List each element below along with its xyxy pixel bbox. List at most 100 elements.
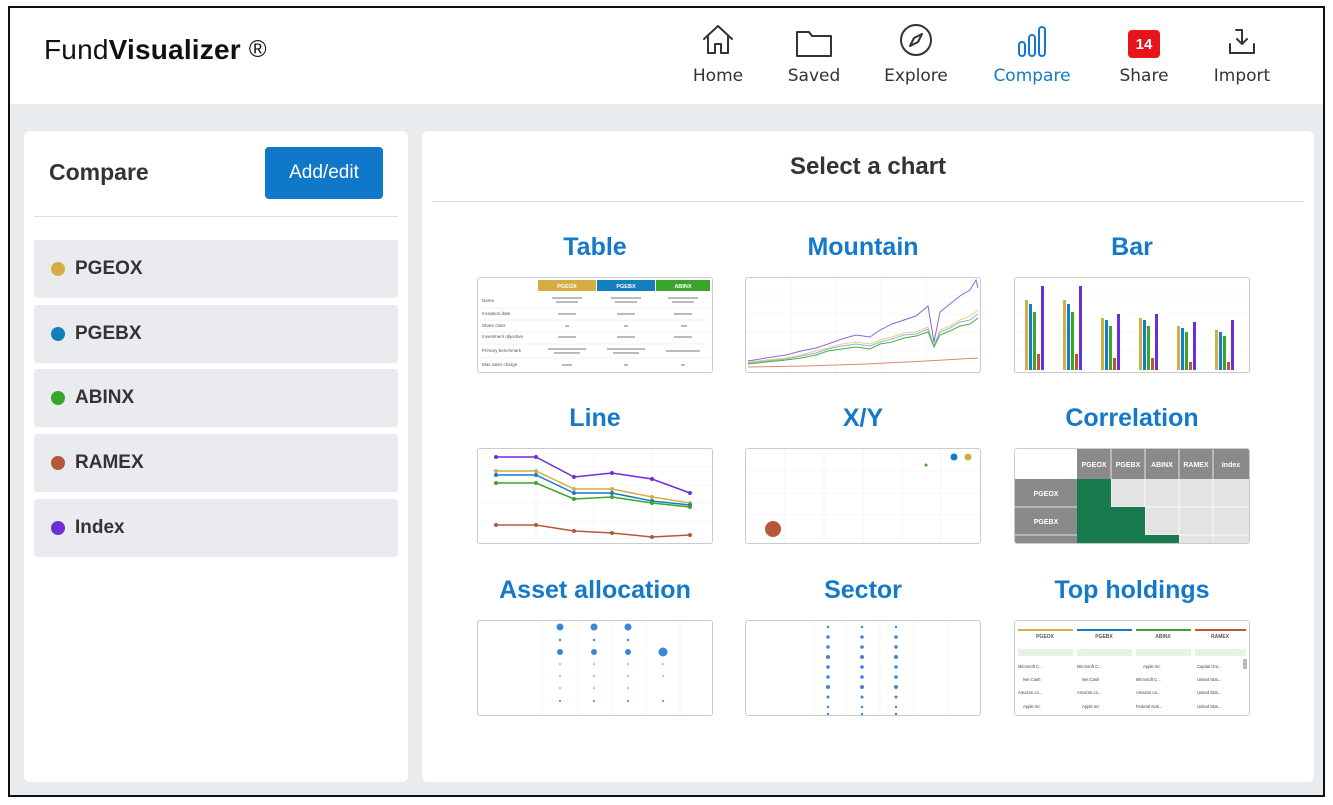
share-count-badge: 14 xyxy=(1128,30,1160,58)
fund-name: PGEOX xyxy=(75,258,143,279)
logo-registered-mark: ® xyxy=(248,36,267,63)
divider xyxy=(432,201,1304,202)
compass-icon xyxy=(898,20,934,58)
top-holdings-thumbnail: PGEOX PGEBX ABINX RAMEX Microsoft C... N… xyxy=(1014,620,1250,716)
holding-name: United Stat... xyxy=(1197,677,1221,682)
holding-name: Microsoft C... xyxy=(1136,677,1161,682)
folder-icon xyxy=(795,20,833,58)
nav-home-label: Home xyxy=(692,66,744,86)
logo[interactable]: FundVisualizer ® xyxy=(44,34,267,66)
logo-regular: Fund xyxy=(44,34,109,65)
chart-option-xy[interactable]: X/Y xyxy=(745,404,981,544)
holding-name: United Stat... xyxy=(1197,690,1221,695)
table-header: PGEBX xyxy=(616,284,636,290)
chart-selector-title: Select a chart xyxy=(789,153,947,180)
fund-item-pgeox[interactable]: PGEOX xyxy=(34,240,398,298)
correlation-thumbnail: PGEOX PGEBX ABINX RAMEX Index PGEOX PGEB… xyxy=(1014,448,1250,544)
nav-compare[interactable]: Compare xyxy=(986,20,1078,86)
chart-option-asset-allocation[interactable]: Asset allocation xyxy=(477,576,713,716)
fund-color-dot xyxy=(51,327,65,341)
mountain-thumbnail xyxy=(745,277,981,373)
correlation-column-label: ABINX xyxy=(1151,462,1173,469)
holdings-fund-label: PGEOX xyxy=(1036,634,1054,640)
correlation-column-label: RAMEX xyxy=(1183,462,1209,469)
chart-option-line[interactable]: Line xyxy=(477,404,713,544)
fund-color-dot xyxy=(51,456,65,470)
table-row-label: Name xyxy=(482,298,495,303)
correlation-column-label: Index xyxy=(1222,462,1240,469)
holding-name: Apple Inc xyxy=(1143,664,1160,669)
chart-option-title: Asset allocation xyxy=(499,576,691,604)
chart-option-title: Line xyxy=(569,404,621,432)
nav-home[interactable]: Home xyxy=(682,20,754,86)
holdings-fund-label: PGEBX xyxy=(1095,634,1113,640)
line-thumbnail xyxy=(477,448,713,544)
table-row-label: Share class xyxy=(482,323,506,328)
correlation-column-label: PGEOX xyxy=(1082,462,1107,469)
fund-item-index[interactable]: Index xyxy=(34,499,398,557)
chart-option-title: Correlation xyxy=(1065,404,1199,432)
compare-title: Compare xyxy=(49,159,149,185)
holding-name: Net Cash xyxy=(1023,677,1041,682)
table-row-label: Primary benchmark xyxy=(482,348,522,353)
top-bar: FundVisualizer ® Home Saved Explore Compa xyxy=(10,8,1323,104)
divider xyxy=(34,216,398,217)
holding-name: Capital Gro... xyxy=(1197,664,1222,669)
bar-thumbnail xyxy=(1014,277,1250,373)
holdings-fund-label: ABINX xyxy=(1155,634,1171,640)
import-icon xyxy=(1225,20,1259,58)
nav-saved-label: Saved xyxy=(787,66,841,86)
fund-name: PGEBX xyxy=(75,323,142,344)
home-icon xyxy=(700,20,736,58)
table-thumbnail: PGEOX PGEBX ABINX Name Inception date Sh… xyxy=(477,277,713,373)
nav-compare-label: Compare xyxy=(993,66,1071,86)
chart-option-table[interactable]: Table PGEOX PGEBX ABINX Name Inception d… xyxy=(477,233,713,373)
nav-saved[interactable]: Saved xyxy=(778,20,850,86)
holding-name: Federal Nati... xyxy=(1136,704,1162,709)
fund-name: Index xyxy=(75,517,125,538)
holding-name: United Stat... xyxy=(1197,704,1221,709)
nav-explore[interactable]: Explore xyxy=(876,20,956,86)
nav-share[interactable]: 14 Share xyxy=(1108,20,1180,86)
table-row-label: Investment objective xyxy=(482,334,524,339)
chart-option-title: Mountain xyxy=(807,233,919,261)
fund-color-dot xyxy=(51,391,65,405)
chart-option-correlation[interactable]: Correlation PGEOX PGEBX ABINX RAMEX Inde… xyxy=(1014,404,1250,544)
table-header: PGEOX xyxy=(557,284,577,290)
fund-item-pgebx[interactable]: PGEBX xyxy=(34,305,398,363)
holdings-fund-label: RAMEX xyxy=(1211,634,1230,640)
fund-color-dot xyxy=(51,262,65,276)
holding-name: Net Cash xyxy=(1082,677,1100,682)
fund-item-abinx[interactable]: ABINX xyxy=(34,369,398,427)
chart-option-top-holdings[interactable]: Top holdings PGEOX PGEBX ABINX RAMEX Mic… xyxy=(1014,576,1250,716)
nav-import[interactable]: Import xyxy=(1204,20,1280,86)
fund-item-ramex[interactable]: RAMEX xyxy=(34,434,398,492)
bar-chart-icon xyxy=(1016,20,1048,58)
chart-option-title: Sector xyxy=(824,576,902,604)
nav-import-label: Import xyxy=(1213,66,1271,86)
chart-option-title: Top holdings xyxy=(1054,576,1210,604)
table-row-label: Inception date xyxy=(482,311,511,316)
holding-name: Microsoft C... xyxy=(1018,664,1043,669)
chart-option-bar[interactable]: Bar xyxy=(1014,233,1250,373)
sector-thumbnail xyxy=(745,620,981,716)
add-edit-button[interactable]: Add/edit xyxy=(265,147,383,199)
holding-name: Amazon.co... xyxy=(1077,690,1101,695)
holding-name: Amazon.co... xyxy=(1018,690,1042,695)
correlation-column-label: PGEBX xyxy=(1116,462,1141,469)
holding-name: Microsoft C... xyxy=(1077,664,1102,669)
chart-option-mountain[interactable]: Mountain xyxy=(745,233,981,373)
chart-option-sector[interactable]: Sector xyxy=(745,576,981,716)
logo-bold: Visualizer xyxy=(108,34,241,65)
table-row-label: Max sales charge xyxy=(482,362,518,367)
fund-name: RAMEX xyxy=(75,452,144,473)
asset-allocation-thumbnail xyxy=(477,620,713,716)
correlation-row-label: PGEBX xyxy=(1034,519,1059,526)
correlation-row-label: PGEOX xyxy=(1034,491,1059,498)
holding-name: Apple Inc xyxy=(1023,704,1040,709)
chart-selector-panel: Select a chart Table PGEOX PGEBX ABINX N… xyxy=(422,131,1314,782)
fund-color-dot xyxy=(51,521,65,535)
chart-option-title: Bar xyxy=(1111,233,1153,261)
nav-share-label: Share xyxy=(1119,66,1169,86)
holding-name: Amazon.co... xyxy=(1136,690,1160,695)
